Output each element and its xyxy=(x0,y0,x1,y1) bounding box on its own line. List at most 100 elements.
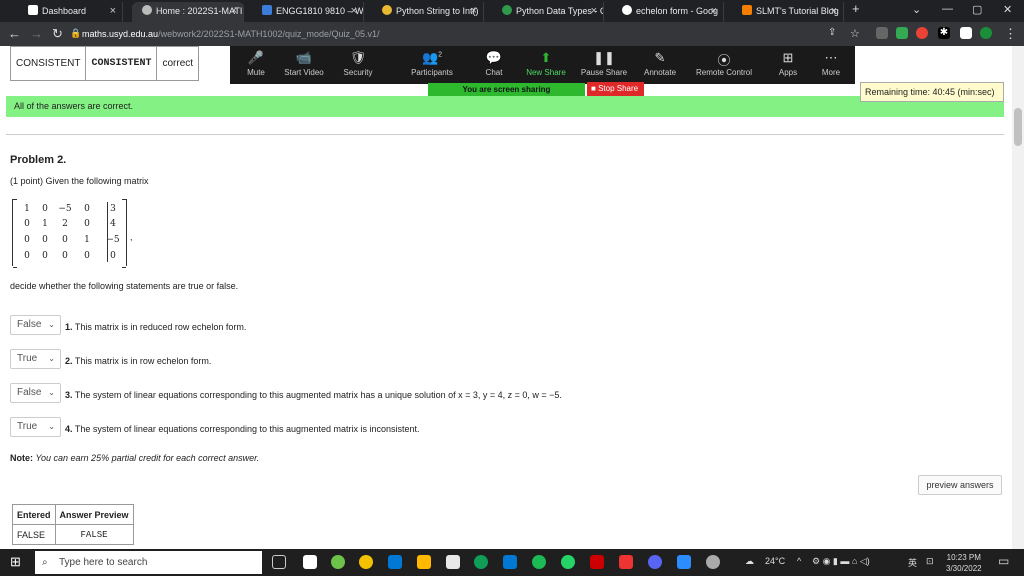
taskbar-app-icon[interactable] xyxy=(590,555,604,569)
statement-4: 4. The system of linear equations corres… xyxy=(65,424,420,434)
drive-icon[interactable] xyxy=(896,27,908,39)
chevron-down-icon: ⌄ xyxy=(48,320,55,329)
close-icon[interactable]: × xyxy=(591,2,597,20)
preview-answers-button[interactable]: preview answers xyxy=(918,475,1002,495)
taskbar-search[interactable]: ⌕ Type here to search xyxy=(35,551,262,574)
tab-python-datatypes[interactable]: Python Data Types - C × xyxy=(492,2,604,22)
close-icon[interactable]: × xyxy=(831,2,837,20)
stop-share-button[interactable]: ■ Stop Share xyxy=(587,82,644,96)
tray-chevron-icon[interactable]: ^ xyxy=(797,556,801,566)
star-icon[interactable]: ☆ xyxy=(850,27,860,40)
tab-dashboard[interactable]: Dashboard × xyxy=(18,2,123,22)
matrix-cell: 4 xyxy=(110,219,116,229)
task-view-icon[interactable] xyxy=(272,555,286,569)
pause-share-button[interactable]: ❚❚ Pause Share xyxy=(578,46,630,84)
tab-webwork-home[interactable]: Home : 2022S1-MATI × xyxy=(132,2,244,22)
close-icon[interactable]: × xyxy=(711,2,717,20)
tab-google-search[interactable]: echelon form - Goog × xyxy=(612,2,724,22)
answer-select-1[interactable]: False ⌄ xyxy=(10,315,61,335)
puzzle-icon[interactable]: ✱ xyxy=(938,27,950,39)
file-explorer-icon[interactable] xyxy=(417,555,431,569)
close-icon[interactable]: × xyxy=(471,2,477,20)
more-button[interactable]: ⋯ More xyxy=(808,46,854,84)
whatsapp-icon[interactable] xyxy=(561,555,575,569)
input-language[interactable]: 英 xyxy=(908,556,917,569)
extension-icon[interactable] xyxy=(916,27,928,39)
participants-count: 2 xyxy=(438,51,443,59)
extension-icon[interactable] xyxy=(876,27,888,39)
remote-control-button[interactable]: ⦿ Remote Control xyxy=(692,46,756,84)
taskbar-app-icon[interactable] xyxy=(303,555,317,569)
problem-title: Problem 2. xyxy=(10,154,67,166)
new-tab-icon[interactable]: + xyxy=(852,1,860,16)
edstem-icon xyxy=(262,5,272,15)
answer-select-2[interactable]: True ⌄ xyxy=(10,349,61,369)
close-window-icon[interactable]: ✕ xyxy=(1003,3,1012,16)
reload-icon[interactable]: ↻ xyxy=(52,26,63,42)
tab-engg1810[interactable]: ENGG1810 9810 – W × xyxy=(252,2,364,22)
remote-control-icon: ⦿ xyxy=(717,53,731,68)
taskbar-app-icon[interactable] xyxy=(706,555,720,569)
close-icon[interactable]: × xyxy=(110,2,116,20)
zoom-icon[interactable] xyxy=(677,555,691,569)
chat-button[interactable]: 💬 Chat xyxy=(468,46,520,84)
security-button[interactable]: 🛡 Security xyxy=(332,46,384,84)
answer-select-3[interactable]: False ⌄ xyxy=(10,383,61,403)
close-icon[interactable]: × xyxy=(351,2,357,20)
statement-2: 2. This matrix is in row echelon form. xyxy=(65,356,212,366)
menu-icon[interactable]: ⋮ xyxy=(1004,26,1017,42)
header-answer-preview: Answer Preview xyxy=(54,504,134,525)
chat-icon: 💬 xyxy=(485,50,503,65)
mute-button[interactable]: 🎤 Mute xyxy=(230,46,282,84)
clock[interactable]: 10:23 PM 3/30/2022 xyxy=(946,552,982,574)
spotify-icon[interactable] xyxy=(532,555,546,569)
discord-icon[interactable] xyxy=(648,555,662,569)
close-icon[interactable]: × xyxy=(231,2,237,20)
matrix-cell: 0 xyxy=(84,204,90,214)
google-icon xyxy=(622,5,632,15)
taskbar-app-icon[interactable] xyxy=(619,555,633,569)
matrix-cell: 0 xyxy=(84,251,90,261)
matrix-cell: 0 xyxy=(110,251,116,261)
start-video-button[interactable]: 📹 Start Video xyxy=(278,46,330,84)
maximize-icon[interactable]: ▢ xyxy=(972,3,982,16)
tray-icons[interactable]: ⚙ ◉ ▮ ▬ ⌂ ◁) xyxy=(812,556,870,567)
url-field[interactable]: maths.usyd.edu.au/webwork2/2022S1-MATH10… xyxy=(82,29,380,39)
edge-icon[interactable] xyxy=(474,555,488,569)
new-share-button[interactable]: ⬆ New Share xyxy=(520,46,572,84)
taskbar-app-icon[interactable] xyxy=(388,555,402,569)
tab-search-icon[interactable]: ⌄ xyxy=(912,3,921,16)
matrix-comma: , xyxy=(130,232,133,242)
w3schools-icon xyxy=(502,5,512,15)
matrix-cell: 2 xyxy=(62,219,68,229)
taskbar-app-icon[interactable] xyxy=(331,555,345,569)
sidebar-icon[interactable] xyxy=(960,27,972,39)
mail-icon[interactable] xyxy=(503,555,517,569)
forward-icon[interactable]: → xyxy=(30,26,43,41)
share-icon[interactable]: ⇪ xyxy=(828,27,836,38)
tab-python-string[interactable]: Python String to Int() × xyxy=(372,2,484,22)
windows-start-icon[interactable]: ⊞ xyxy=(10,554,21,570)
webwork-icon xyxy=(142,5,152,15)
back-icon[interactable]: ← xyxy=(8,26,21,41)
office-icon[interactable] xyxy=(446,555,460,569)
apps-button[interactable]: ⊞ Apps xyxy=(762,46,814,84)
scrollbar-thumb[interactable] xyxy=(1014,108,1022,146)
matrix-cell: 0 xyxy=(84,219,90,229)
minimize-icon[interactable]: — xyxy=(942,3,953,15)
tab-blog[interactable]: SLMT's Tutorial Blog × xyxy=(732,2,844,22)
ime-icon[interactable]: ⊡ xyxy=(926,556,934,567)
notification-icon[interactable]: ▭ xyxy=(998,554,1009,568)
matrix-cell: 1 xyxy=(42,219,48,229)
answer-select-4[interactable]: True ⌄ xyxy=(10,417,61,437)
annotate-button[interactable]: ✎ Annotate xyxy=(634,46,686,84)
address-bar: ← → ↻ 🔒 maths.usyd.edu.au/webwork2/2022S… xyxy=(0,22,1024,46)
scrollbar[interactable] xyxy=(1012,46,1024,549)
weather-icon[interactable]: ☁ xyxy=(745,556,754,567)
chrome-icon[interactable] xyxy=(359,555,373,569)
profile-icon[interactable] xyxy=(980,27,992,39)
screen-sharing-indicator[interactable]: You are screen sharing xyxy=(428,83,585,96)
participants-button[interactable]: 👥2 Participants xyxy=(402,46,462,84)
instruction-text: decide whether the following statements … xyxy=(10,281,239,291)
pencil-icon: ✎ xyxy=(654,50,666,65)
